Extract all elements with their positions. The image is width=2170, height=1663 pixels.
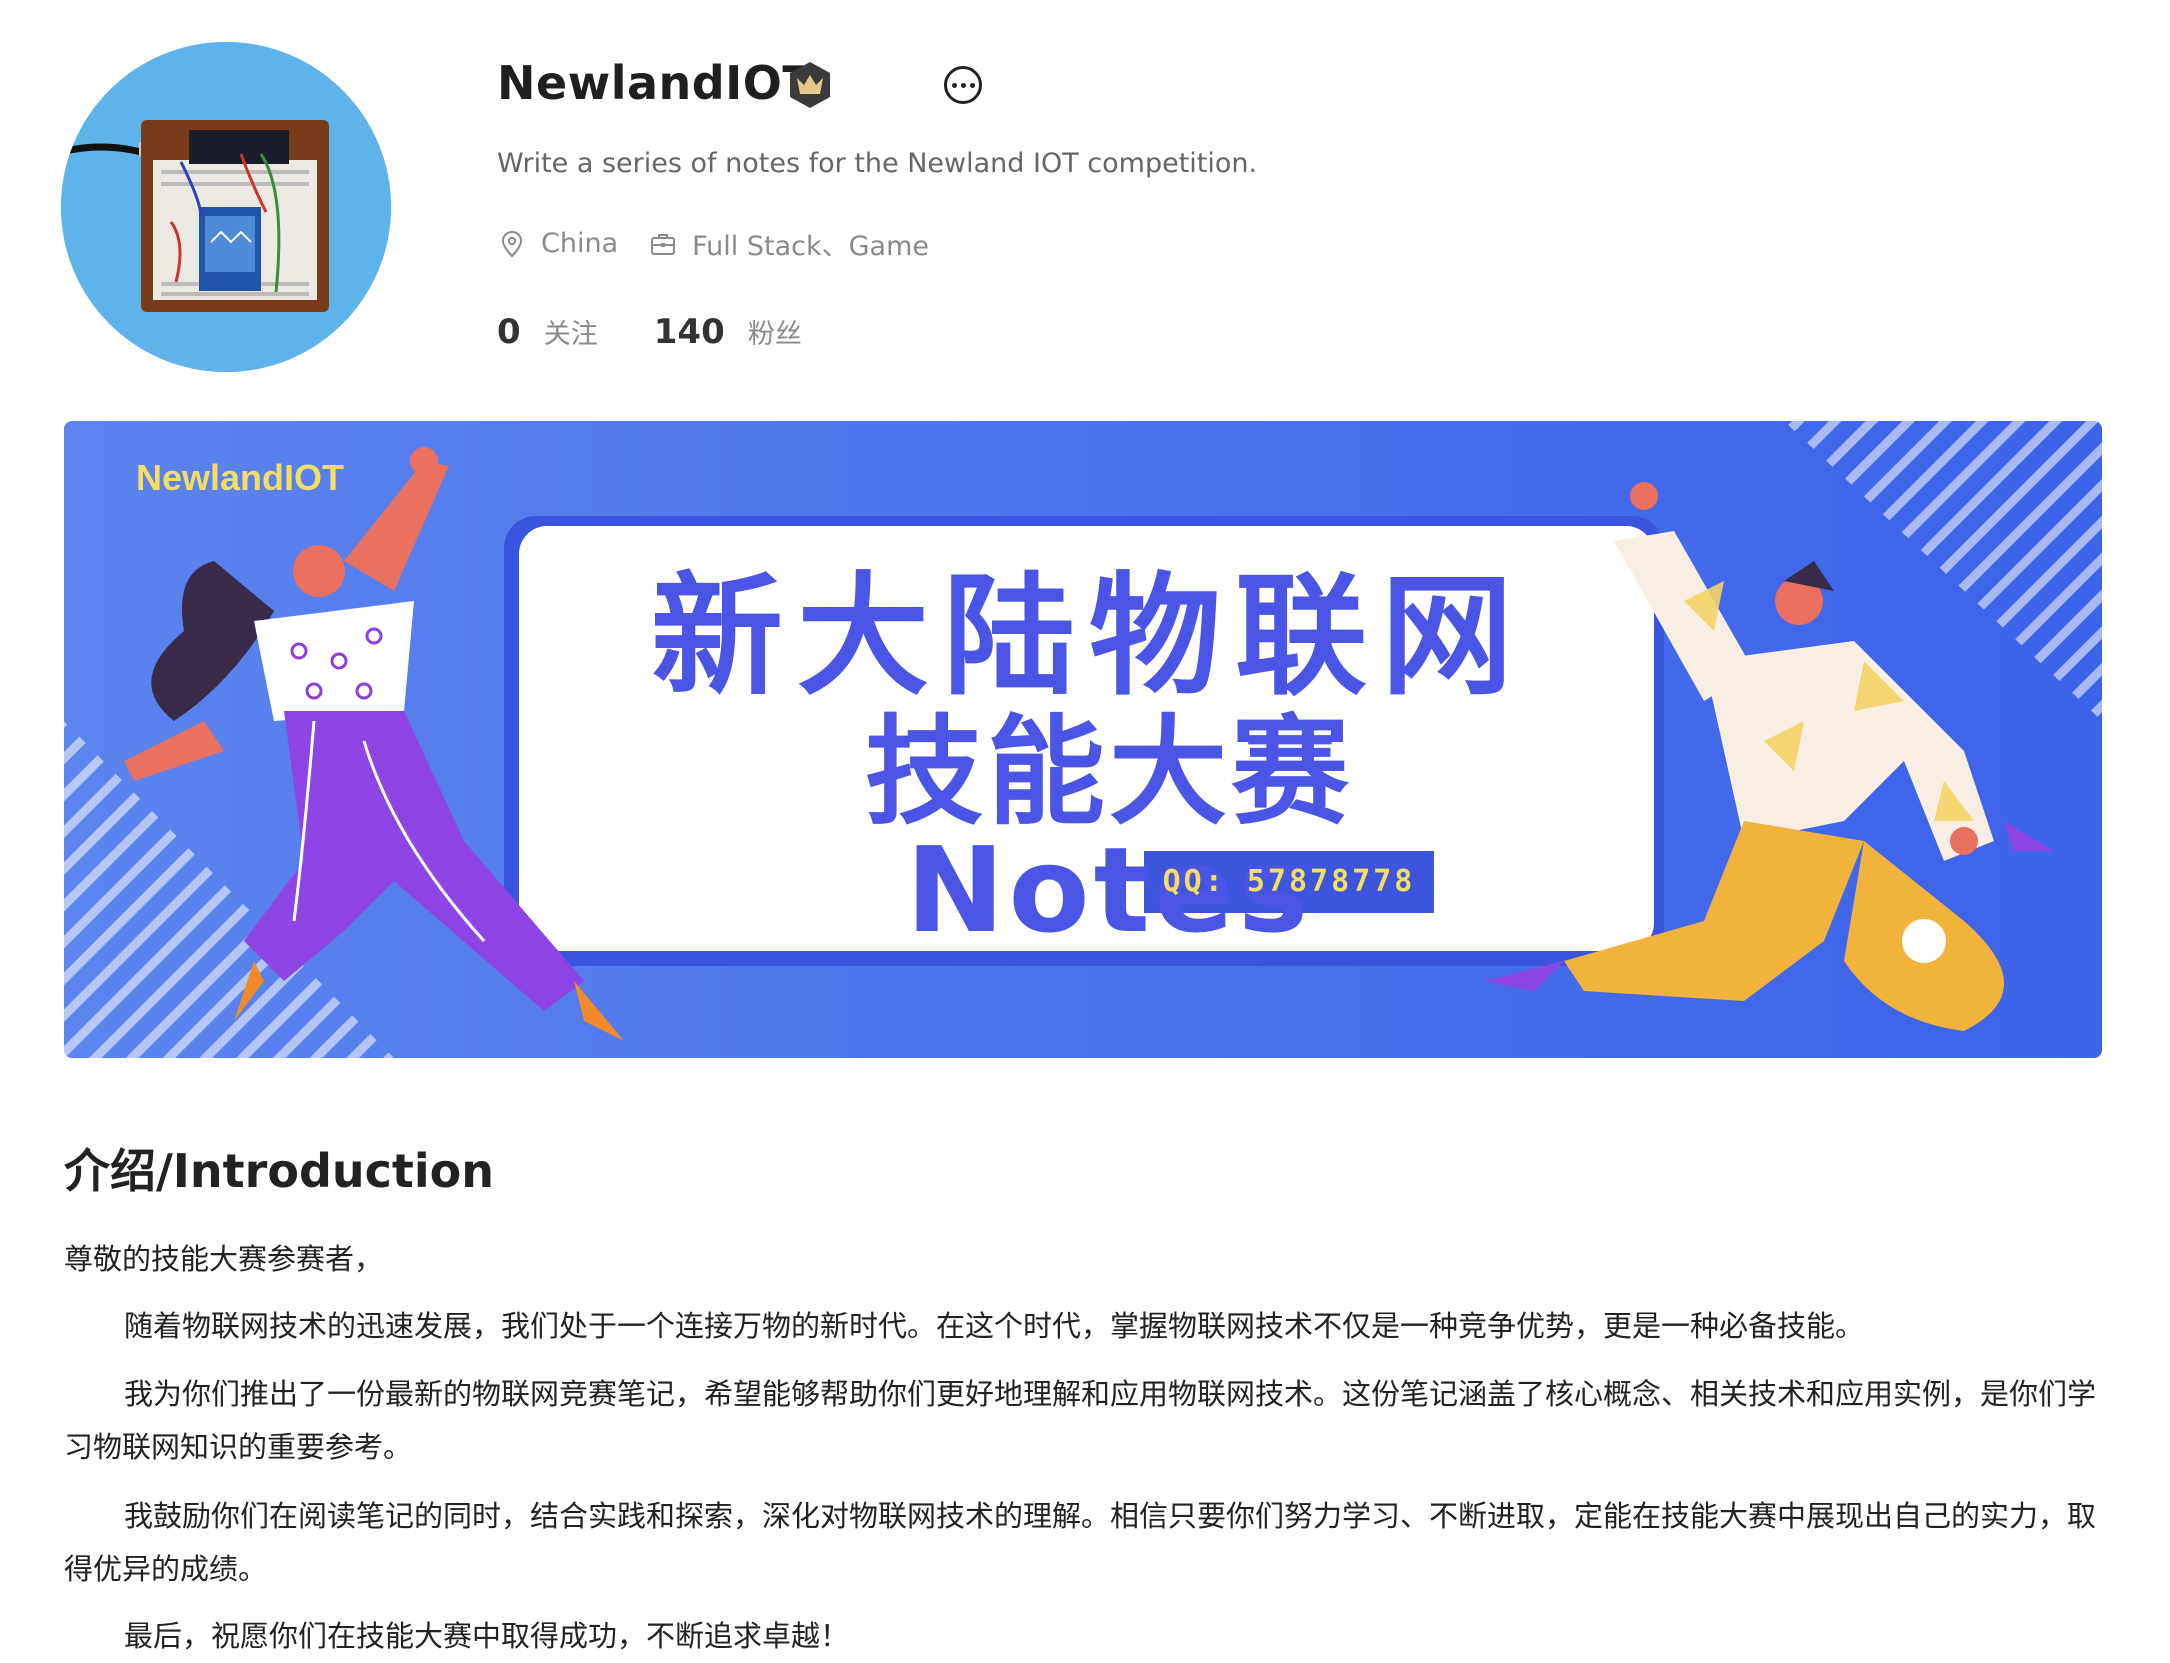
intro-paragraph-1: 随着物联网技术的迅速发展，我们处于一个连接万物的新时代。在这个时代，掌握物联网技… xyxy=(124,1309,1865,1343)
location-item: China xyxy=(497,228,618,259)
banner-brand: NewlandIOT xyxy=(136,457,345,498)
banner-title-line2: 技能大赛Notes xyxy=(864,703,1353,959)
avatar-image xyxy=(61,42,391,372)
intro-heading: 介绍/Introduction xyxy=(64,1144,494,1198)
following-label: 关注 xyxy=(543,319,598,350)
intro-paragraph-4: 最后，祝愿你们在技能大赛中取得成功，不断追求卓越！ xyxy=(124,1619,850,1653)
briefcase-icon xyxy=(651,233,676,255)
profile-name: NewlandIOT xyxy=(497,56,815,110)
profile-meta: China Full Stack、Game xyxy=(497,224,929,263)
location-label: China xyxy=(541,228,619,259)
following-count: 0 xyxy=(497,312,521,352)
occupation-item: Full Stack、Game xyxy=(648,224,929,263)
more-dot-icon xyxy=(969,82,975,88)
followers-count: 140 xyxy=(653,312,725,352)
banner-qq: QQ: 57878778 xyxy=(1162,864,1416,899)
avatar[interactable] xyxy=(61,42,391,372)
followers-stat[interactable]: 140 粉丝 xyxy=(654,312,802,352)
profile-stats: 0 关注 140 粉丝 xyxy=(497,312,802,352)
intro-greeting: 尊敬的技能大赛参赛者， xyxy=(64,1242,384,1276)
followers-label: 粉丝 xyxy=(747,319,802,350)
location-pin-icon xyxy=(501,230,523,257)
profile-bio: Write a series of notes for the Newland … xyxy=(497,148,1258,179)
crown-badge-icon xyxy=(790,62,830,108)
more-options-button[interactable] xyxy=(944,66,982,104)
more-dot-icon xyxy=(951,82,957,88)
intro-paragraph-3: 我鼓励你们在阅读笔记的同时，结合实践和探索，深化对物联网技术的理解。相信只要你们… xyxy=(64,1499,2097,1586)
profile-banner: NewlandIOT 新大陆物联网 技能大赛Notes QQ: 57878778 xyxy=(64,421,2102,1058)
following-stat[interactable]: 0 关注 xyxy=(497,312,598,352)
intro-paragraph-2: 我为你们推出了一份最新的物联网竞赛笔记，希望能够帮助你们更好地理解和应用物联网技… xyxy=(64,1377,2097,1464)
occupation-label: Full Stack、Game xyxy=(692,231,930,262)
banner-title-line1: 新大陆物联网 xyxy=(651,560,1527,714)
more-dot-icon xyxy=(960,82,966,88)
